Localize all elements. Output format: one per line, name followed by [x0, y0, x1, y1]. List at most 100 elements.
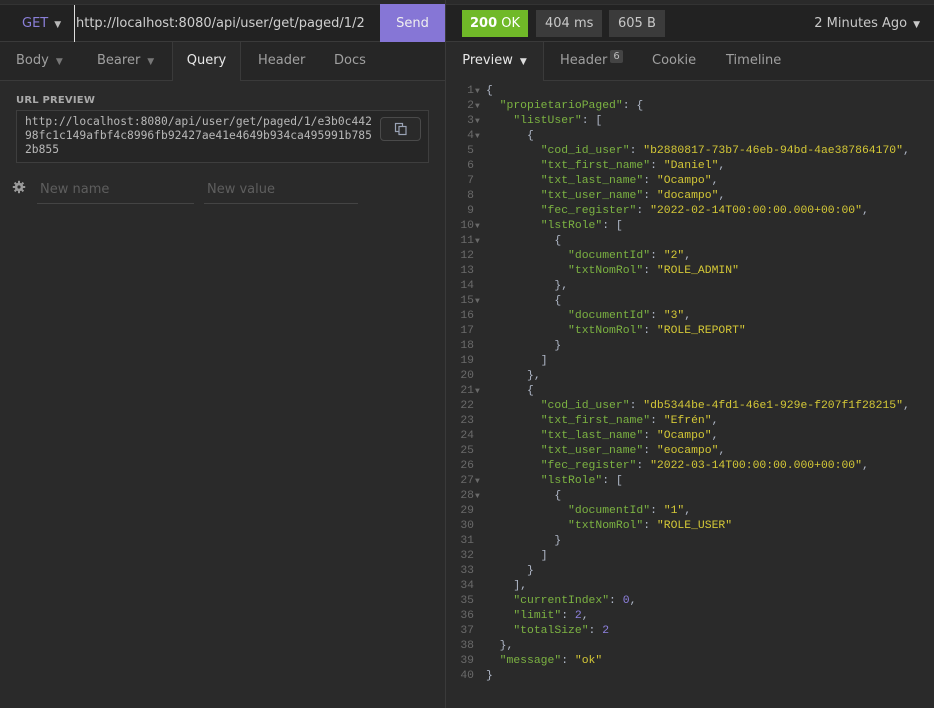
url-preview-label: URL PREVIEW — [16, 95, 96, 106]
fold-arrow-icon[interactable]: ▼ — [474, 84, 486, 99]
tab-docs[interactable]: Docs — [334, 42, 366, 80]
line-number: 18 — [460, 340, 474, 352]
tab-label: Bearer — [97, 53, 141, 68]
code-line: 29 "documentId": "1", — [446, 504, 934, 519]
tab-header[interactable]: Header — [258, 42, 305, 80]
fold-arrow-icon[interactable]: ▼ — [474, 474, 486, 489]
fold-arrow-icon[interactable]: ▼ — [474, 114, 486, 129]
gear-icon[interactable] — [12, 180, 26, 194]
json-punctuation: : [ — [581, 115, 603, 127]
copy-icon — [394, 122, 407, 136]
json-key: "txt_user_name" — [540, 445, 644, 457]
json-key: "txtNomRol" — [568, 325, 644, 337]
json-punctuation: , — [861, 460, 869, 472]
json-key: "txt_first_name" — [540, 415, 651, 427]
line-number: 21 — [460, 385, 474, 397]
tab-bearer[interactable]: Bearer ▼ — [97, 42, 154, 80]
json-string: "ROLE_ADMIN" — [656, 265, 739, 277]
chevron-down-icon: ▼ — [147, 57, 155, 67]
json-number: 2 — [602, 625, 610, 637]
line-number: 11 — [460, 235, 474, 247]
json-string: "b2880817-73b7-46eb-94bd-4ae387864170" — [643, 145, 903, 157]
json-string: "2022-03-14T00:00:00.000+00:00" — [650, 460, 862, 472]
json-key: "txtNomRol" — [568, 265, 644, 277]
json-key: "fec_register" — [540, 460, 637, 472]
json-punctuation: : — [561, 655, 575, 667]
fold-arrow-icon[interactable]: ▼ — [474, 234, 486, 249]
code-line: 25 "txt_user_name": "eocampo", — [446, 444, 934, 459]
fold-arrow-icon[interactable]: ▼ — [474, 294, 486, 309]
json-punctuation: { — [527, 385, 534, 397]
code-line: 10▼ "lstRole": [ — [446, 219, 934, 234]
line-number: 4 — [467, 130, 474, 142]
json-key: "txt_first_name" — [540, 160, 651, 172]
json-key: "message" — [499, 655, 562, 667]
param-name-input[interactable] — [37, 175, 194, 204]
json-punctuation: : — [636, 205, 651, 217]
url-input[interactable] — [74, 5, 379, 42]
code-line: 20 }, — [446, 369, 934, 384]
fold-arrow-icon[interactable]: ▼ — [474, 384, 486, 399]
line-number: 25 — [460, 445, 474, 457]
tab-timeline[interactable]: Timeline — [726, 42, 781, 80]
tab-response-header[interactable]: Header 6 — [560, 42, 623, 80]
response-status-bar: 200 OK 404 ms 605 B 2 Minutes Ago ▼ — [446, 4, 934, 42]
tab-body[interactable]: Body ▼ — [16, 42, 63, 80]
tab-cookie[interactable]: Cookie — [652, 42, 696, 80]
json-punctuation: : — [643, 175, 657, 187]
json-key: "lstRole" — [540, 220, 603, 232]
code-line: 21▼ { — [446, 384, 934, 399]
history-dropdown[interactable]: 2 Minutes Ago ▼ — [814, 5, 920, 42]
send-button[interactable]: Send — [380, 4, 445, 43]
line-number: 33 — [460, 565, 474, 577]
fold-arrow-icon[interactable]: ▼ — [474, 219, 486, 234]
fold-arrow-icon[interactable]: ▼ — [474, 129, 486, 144]
json-key: "propietarioPaged" — [499, 100, 623, 112]
code-line: 33 } — [446, 564, 934, 579]
line-number: 30 — [460, 520, 474, 532]
tab-query[interactable]: Query — [172, 42, 241, 81]
line-number: 9 — [467, 205, 474, 217]
chevron-down-icon: ▼ — [519, 57, 527, 67]
json-punctuation: { — [554, 295, 562, 307]
line-number: 6 — [467, 160, 474, 172]
tab-label: Query — [186, 53, 227, 68]
query-param-row — [0, 175, 445, 205]
json-string: "2" — [663, 250, 685, 262]
param-value-input[interactable] — [204, 175, 358, 204]
json-key: "lstRole" — [540, 475, 603, 487]
json-string: "ROLE_REPORT" — [656, 325, 746, 337]
status-badge: 200 OK — [462, 10, 529, 37]
json-key: "txt_user_name" — [540, 190, 644, 202]
json-punctuation: : — [650, 250, 664, 262]
line-number: 10 — [460, 220, 474, 232]
json-string: "Ocampo" — [656, 175, 712, 187]
json-punctuation: : — [650, 160, 664, 172]
method-label: GET — [22, 16, 49, 31]
copy-url-button[interactable] — [380, 117, 421, 141]
line-number: 32 — [460, 550, 474, 562]
method-dropdown[interactable]: GET ▼ — [22, 5, 61, 42]
json-punctuation: , — [718, 445, 726, 457]
tab-preview[interactable]: Preview ▼ — [446, 42, 544, 81]
fold-arrow-icon[interactable]: ▼ — [474, 99, 486, 114]
response-tabs: Preview ▼ Header 6 Cookie Timeline — [446, 42, 934, 81]
line-number: 31 — [460, 535, 474, 547]
response-json-viewer[interactable]: 1▼{2▼ "propietarioPaged": {3▼ "listUser"… — [446, 84, 934, 684]
line-number: 36 — [460, 610, 474, 622]
time-ago-label: 2 Minutes Ago — [814, 16, 908, 31]
json-number: 0 — [622, 595, 630, 607]
fold-arrow-icon[interactable]: ▼ — [474, 489, 486, 504]
